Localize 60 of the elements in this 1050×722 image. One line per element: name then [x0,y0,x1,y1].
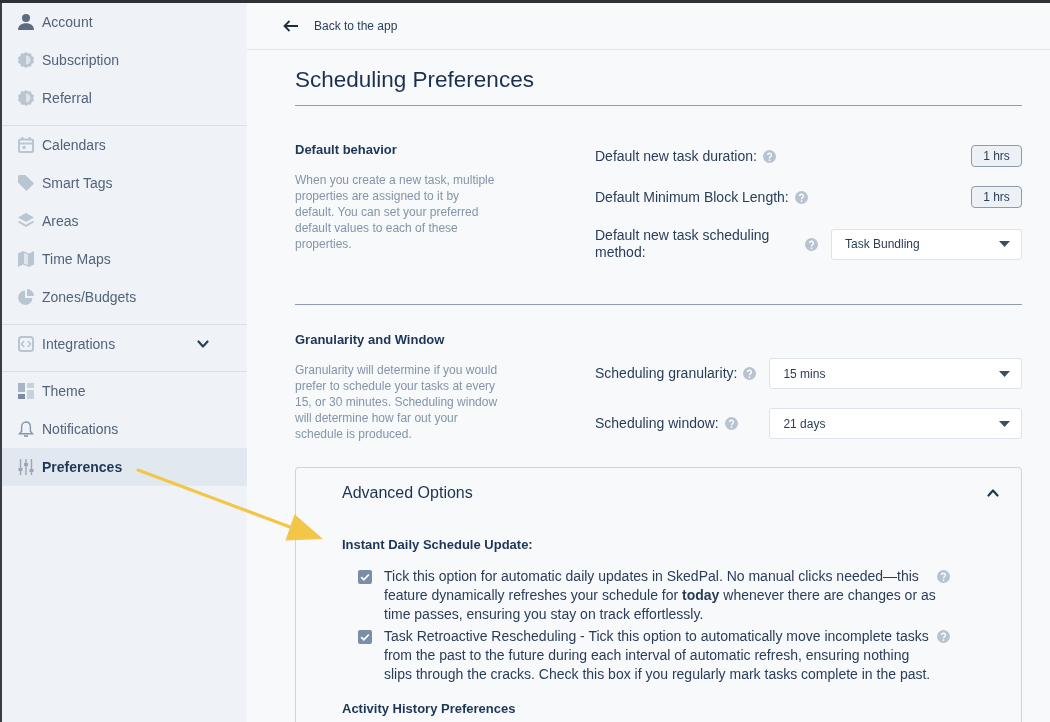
sidebar-item[interactable]: Subscription [2,41,247,79]
sidebar-item[interactable]: Referral [2,79,247,117]
bell-icon [18,421,34,437]
chevron-up-icon[interactable] [987,488,999,498]
section-heading: Granularity and Window [295,331,445,349]
sidebar-item[interactable]: Zones/Budgets [2,278,247,316]
calendar-icon [18,137,34,153]
number-field[interactable]: 1 hrs [971,145,1022,167]
field-label: Default new task duration: [595,147,757,165]
sidebar-item[interactable]: Theme [2,372,247,410]
layers-icon [18,213,34,229]
pie-chart-icon [18,289,34,305]
sidebar-item[interactable]: Integrations [2,325,247,363]
checkbox[interactable] [358,630,372,644]
help-icon[interactable] [937,570,950,583]
help-icon[interactable] [794,190,808,204]
sidebar-item[interactable]: Calendars [2,126,247,164]
caret-icon [999,241,1010,247]
badge-icon [18,52,34,68]
caret-icon [999,370,1010,377]
field-label: Default Minimum Block Length: [595,188,789,206]
number-field[interactable]: 1 hrs [971,186,1022,208]
layout-icon [18,383,34,399]
chevron-down-icon[interactable] [197,339,209,349]
help-icon[interactable] [937,630,950,643]
badge-icon [18,90,34,106]
section-description: Granularity will determine if you would prefer to schedule your tasks at every 15, or 30 minutes. Scheduling window will determine how far out your schedule is produced. [295,362,499,442]
page-title: Scheduling Preferences [295,67,534,93]
checkbox[interactable] [358,570,372,584]
help-icon[interactable] [805,237,818,251]
sidebar-item[interactable]: Preferences [2,448,247,486]
back-link[interactable]: Back to the app [283,17,398,35]
sidebar-item[interactable]: Account [2,3,247,41]
back-arrow-icon [283,20,298,32]
sliders-icon [18,459,34,475]
field-label: Default new task scheduling method: [595,227,771,261]
field-label: Scheduling granularity: [595,365,738,382]
section-description: When you create a new task, multiple properties are assigned to it by default. You can set your preferred default values to each of these properties. [295,172,496,252]
sidebar-item[interactable]: Smart Tags [2,164,247,202]
help-icon[interactable] [743,367,757,380]
sidebar-item[interactable]: Notifications [2,410,247,448]
sidebar-item[interactable]: Time Maps [2,240,247,278]
option-group-heading: Instant Daily Schedule Update: [342,536,533,554]
sidebar-item[interactable]: Areas [2,202,247,240]
map-icon [18,251,34,267]
person-icon [18,14,34,30]
section-heading: Default behavior [295,141,397,159]
caret-icon [999,420,1010,427]
tag-icon [18,175,34,191]
dropdown[interactable]: Task Bundling [831,228,1022,260]
help-icon[interactable] [724,417,738,430]
option-description: Tick this option for automatic daily updates in SkedPal. No manual clicks needed—this feature dynamically refreshes your schedule for today whenever there are changes or as time passes, ensuring you stay on track effortlessly. [384,567,936,624]
field-label: Scheduling window: [595,415,719,432]
dropdown[interactable]: 21 days [769,408,1022,439]
dropdown[interactable]: 15 mins [769,358,1022,389]
option-description: Task Retroactive Rescheduling - Tick this option to automatically move incomplete tasks from the past to the future during each interval of automatic refresh, ensuring nothing slips through the cracks. Check this box if you regularly mark tasks complete in the past. [384,627,932,684]
code-window-icon [18,336,34,352]
option-group-heading: Activity History Preferences [342,700,516,718]
help-icon[interactable] [762,149,776,163]
accordion-header[interactable]: Advanced Options [296,468,1021,504]
